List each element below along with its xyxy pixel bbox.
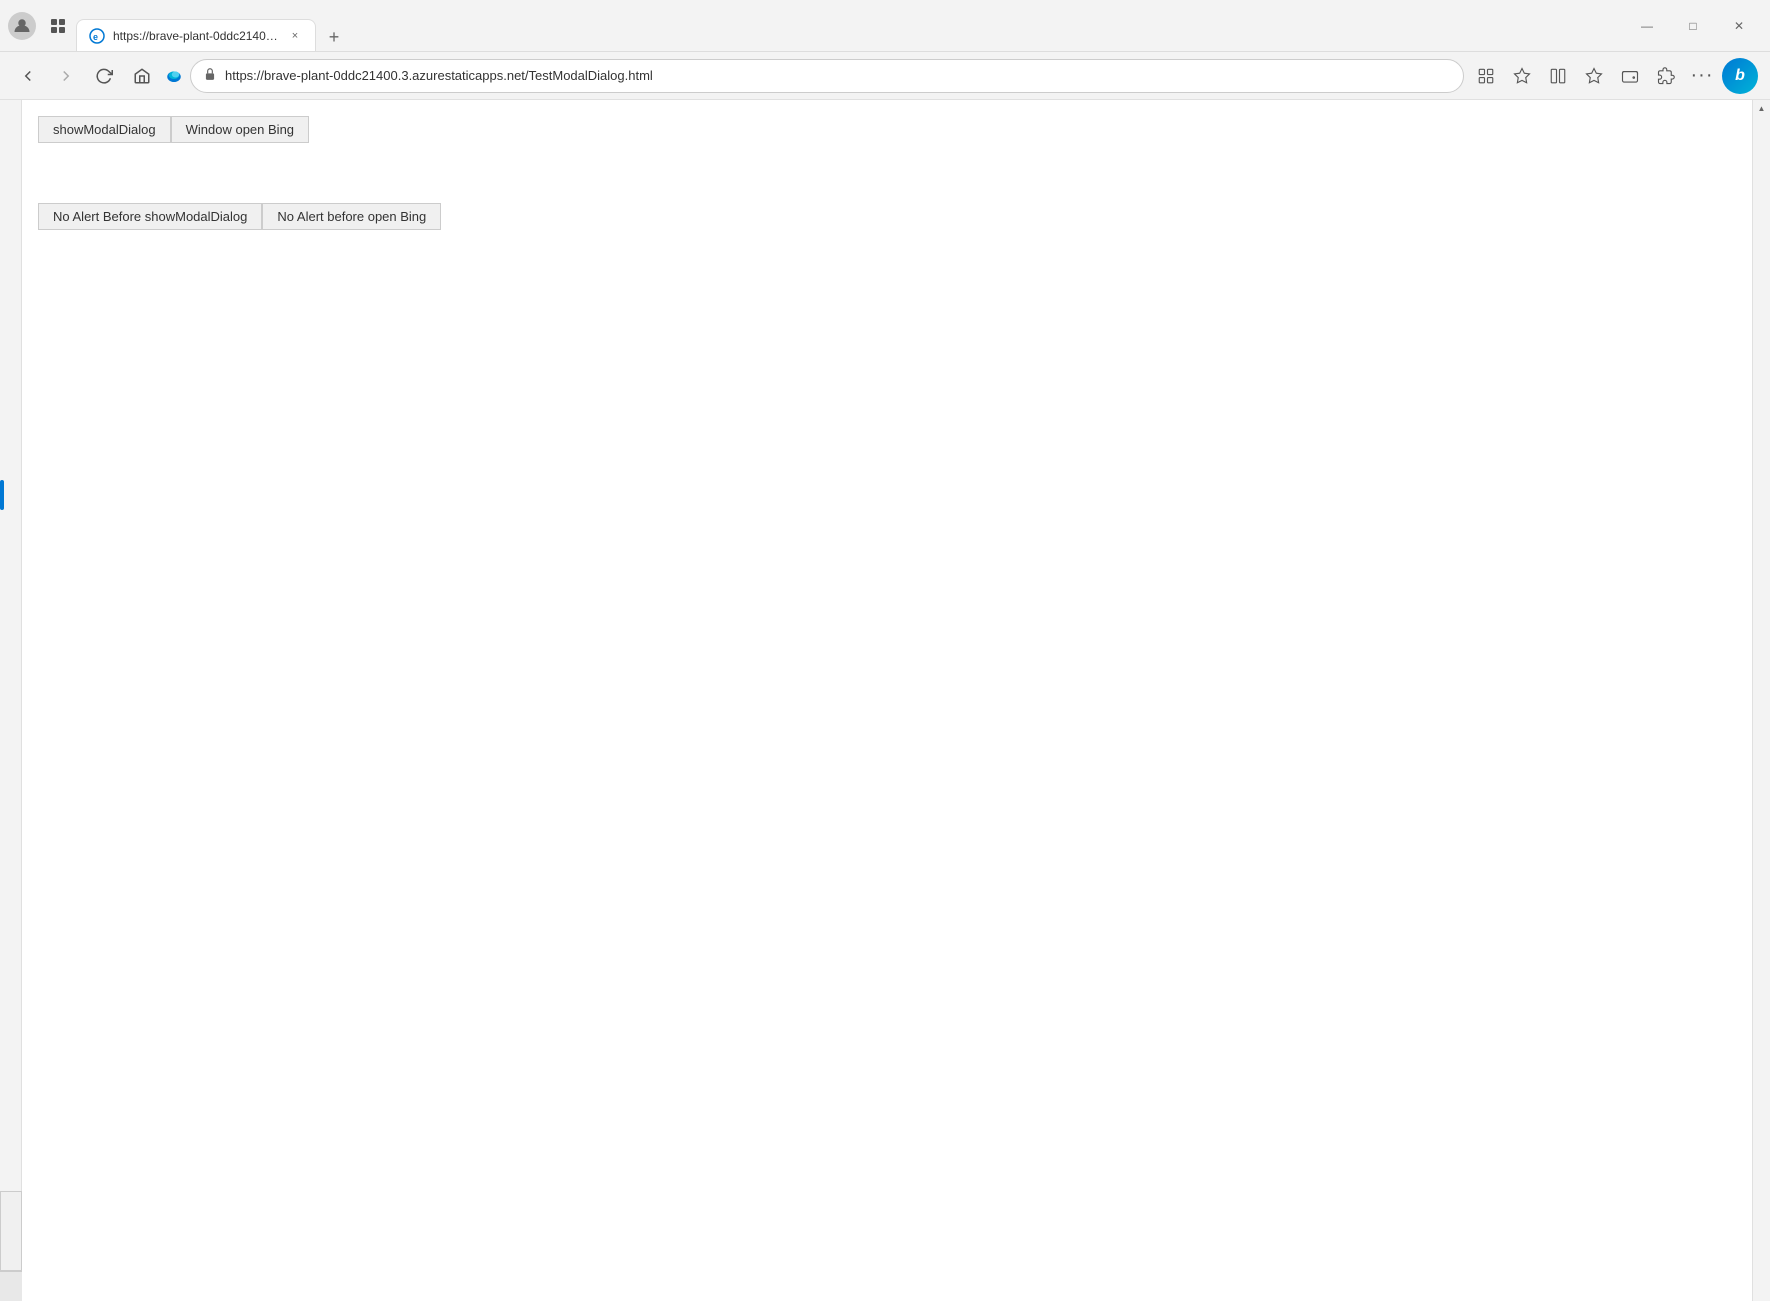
maximize-button[interactable]: □ [1670, 10, 1716, 42]
navigation-bar: https://brave-plant-0ddc21400.3.azuresta… [0, 52, 1770, 100]
lock-icon [203, 67, 217, 84]
forward-button[interactable] [50, 60, 82, 92]
new-tab-button[interactable]: + [320, 23, 348, 51]
tab-close-button[interactable]: × [287, 28, 303, 44]
page-buttons-row-2: No Alert Before showModalDialog No Alert… [38, 203, 1736, 230]
no-alert-show-modal-button[interactable]: No Alert Before showModalDialog [38, 203, 262, 230]
tab-bar: e https://brave-plant-0ddc21400.3... × + [76, 15, 1624, 51]
address-bar[interactable]: https://brave-plant-0ddc21400.3.azuresta… [190, 59, 1464, 93]
window-controls: — □ ✕ [1624, 10, 1762, 42]
window-open-bing-button[interactable]: Window open Bing [171, 116, 309, 143]
minimize-button[interactable]: — [1624, 10, 1670, 42]
close-button[interactable]: ✕ [1716, 10, 1762, 42]
svg-text:e: e [93, 32, 98, 42]
page-inner: showModalDialog Window open Bing No Aler… [22, 100, 1752, 246]
tab-grid-icon[interactable] [44, 12, 72, 40]
bottom-left-strip [0, 1271, 22, 1301]
page-buttons-row-1: showModalDialog Window open Bing [38, 116, 1736, 143]
more-options-icon[interactable]: ··· [1686, 60, 1718, 92]
favorites-icon[interactable] [1506, 60, 1538, 92]
no-alert-open-bing-button[interactable]: No Alert before open Bing [262, 203, 441, 230]
active-tab[interactable]: e https://brave-plant-0ddc21400.3... × [76, 19, 316, 51]
edge-browser-icon [164, 66, 184, 86]
browser-extensions-icon[interactable] [1650, 60, 1682, 92]
profile-icon[interactable] [8, 12, 36, 40]
browser-body: showModalDialog Window open Bing No Aler… [0, 100, 1770, 1301]
browser-wallet-icon[interactable] [1614, 60, 1646, 92]
left-sidebar-strip [0, 100, 22, 1301]
url-text: https://brave-plant-0ddc21400.3.azuresta… [225, 68, 1451, 83]
back-button[interactable] [12, 60, 44, 92]
read-view-icon[interactable] [1542, 60, 1574, 92]
refresh-button[interactable] [88, 60, 120, 92]
add-favorites-icon[interactable] [1578, 60, 1610, 92]
bing-copilot-button[interactable]: b [1722, 58, 1758, 94]
page-content: showModalDialog Window open Bing No Aler… [22, 100, 1752, 1301]
title-bar-left [8, 12, 72, 40]
nav-right-icons: ··· b [1470, 58, 1758, 94]
collections-icon[interactable] [1470, 60, 1502, 92]
tab-favicon: e [89, 28, 105, 44]
bottom-left-panel [0, 1191, 22, 1271]
browser-window: e https://brave-plant-0ddc21400.3... × +… [0, 0, 1770, 1301]
tab-title: https://brave-plant-0ddc21400.3... [113, 29, 279, 43]
home-button[interactable] [126, 60, 158, 92]
title-bar: e https://brave-plant-0ddc21400.3... × +… [0, 0, 1770, 52]
right-scrollbar[interactable]: ▲ [1752, 100, 1770, 1301]
scrollbar-up-arrow[interactable]: ▲ [1755, 100, 1769, 116]
scroll-position-indicator [0, 480, 4, 510]
show-modal-dialog-button[interactable]: showModalDialog [38, 116, 171, 143]
